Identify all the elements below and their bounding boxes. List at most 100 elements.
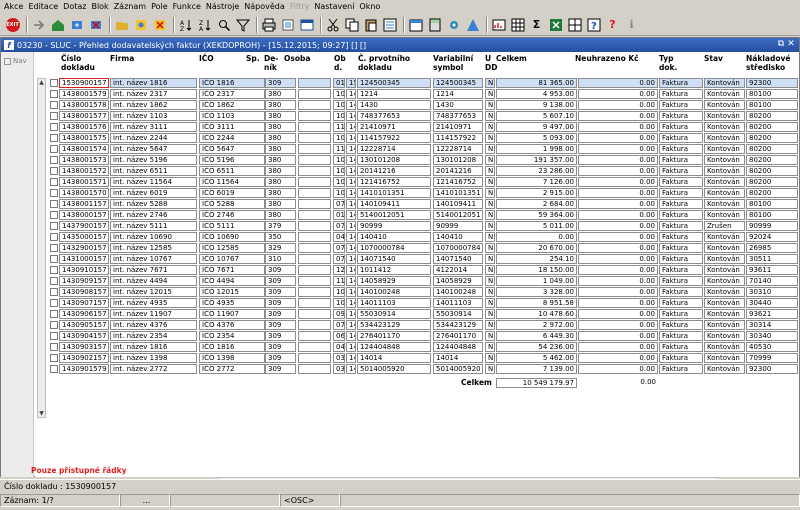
cell-doc-number[interactable]: 1430909157 [59, 276, 109, 286]
cell-primary-doc[interactable]: 90999 [357, 221, 431, 231]
cell-person[interactable] [298, 276, 331, 286]
cell-variable-symbol[interactable]: 748377653 [433, 111, 483, 121]
cell-unpaid[interactable]: 0.00 [578, 166, 658, 176]
cell-ico[interactable]: IČO 1816 [199, 342, 265, 352]
cell-udd[interactable]: N [485, 331, 495, 341]
table-row[interactable]: 1430902157int. název 1398IČO 13983090314… [35, 353, 799, 364]
cell-state[interactable]: Kontován [704, 287, 745, 297]
cell-firm[interactable]: int. název 11907 [110, 309, 197, 319]
cell-udd[interactable]: N [485, 364, 495, 374]
window-button[interactable] [298, 16, 315, 33]
cell-variable-symbol[interactable]: 90999 [433, 221, 483, 231]
cell-ico[interactable]: IČO 4935 [199, 298, 265, 308]
cell-firm[interactable]: int. název 1816 [110, 342, 197, 352]
cell-udd[interactable]: N [485, 210, 495, 220]
cell-journal[interactable]: 380 [265, 155, 296, 165]
cell-total[interactable]: 5 462.00 [496, 353, 577, 363]
cell-unpaid[interactable]: 0.00 [578, 309, 658, 319]
cell-udd[interactable]: N [485, 188, 495, 198]
cell-state[interactable]: Kontován [704, 243, 745, 253]
cell-total[interactable]: 10 478.60 [496, 309, 577, 319]
cell-unpaid[interactable]: 0.00 [578, 320, 658, 330]
menu-item-akce[interactable]: Akce [4, 0, 23, 14]
cell-primary-doc[interactable]: 14058929 [357, 276, 431, 286]
cell-udd[interactable]: N [485, 254, 495, 264]
col-header-ico[interactable]: IČO [199, 54, 214, 63]
cell-unpaid[interactable]: 0.00 [578, 276, 658, 286]
cell-ico[interactable]: IČO 6019 [199, 188, 265, 198]
cell-ico[interactable]: IČO 1103 [199, 111, 265, 121]
table-row[interactable]: 1438001573int. název 5196IČO 5196380 1014… [35, 155, 799, 166]
cell-udd[interactable]: N [485, 243, 495, 253]
cell-total[interactable]: 2 915.00 [496, 188, 577, 198]
close-button[interactable]: ✕ [786, 39, 796, 50]
cell-doc-type[interactable]: Faktura [659, 353, 703, 363]
cell-variable-symbol[interactable]: 124404848 [433, 342, 483, 352]
cell-period[interactable]: 10 [333, 100, 345, 110]
cell-year[interactable]: 14 [346, 199, 356, 209]
cell-cost-center[interactable]: 80100 [746, 100, 798, 110]
question-button[interactable]: ? [604, 16, 621, 33]
calculator-button[interactable] [426, 16, 443, 33]
cell-year[interactable]: 14 [346, 331, 356, 341]
cell-person[interactable] [298, 155, 331, 165]
cell-state[interactable]: Kontován [704, 100, 745, 110]
cell-cost-center[interactable]: 80200 [746, 188, 798, 198]
cell-period[interactable]: 07 [333, 254, 345, 264]
cell-doc-number[interactable]: 1438001571 [59, 177, 109, 187]
cell-primary-doc[interactable]: 1430 [357, 100, 431, 110]
cell-unpaid[interactable]: 0.00 [578, 287, 658, 297]
menu-item-editace[interactable]: Editace [28, 0, 58, 14]
cell-cost-center[interactable]: 80200 [746, 111, 798, 121]
col-header-denik[interactable]: De- ník [264, 54, 278, 72]
cell-period[interactable]: 09 [333, 309, 345, 319]
cell-variable-symbol[interactable]: 276401170 [433, 331, 483, 341]
cell-year[interactable]: 14 [346, 122, 356, 132]
cell-primary-doc[interactable]: 1410101351 [357, 188, 431, 198]
cell-variable-symbol[interactable]: 20141216 [433, 166, 483, 176]
cell-unpaid[interactable]: 0.00 [578, 144, 658, 154]
cell-year[interactable]: 14 [346, 342, 356, 352]
cell-variable-symbol[interactable]: 5014005920 [433, 364, 483, 374]
cell-unpaid[interactable]: 0.00 [578, 232, 658, 242]
cell-primary-doc[interactable]: 14011103 [357, 298, 431, 308]
cell-variable-symbol[interactable]: 1214 [433, 89, 483, 99]
table-button[interactable] [509, 16, 526, 33]
cell-doc-number[interactable]: 1430906157 [59, 309, 109, 319]
table-row[interactable]: 1437900157int. název 5111IČO 5111379 0714… [35, 221, 799, 232]
cell-primary-doc[interactable]: 1070000784 [357, 243, 431, 253]
table-row[interactable]: 1438001578int. název 1862IČO 18623801014… [35, 100, 799, 111]
col-header-vs[interactable]: Variabilní symbol [433, 54, 473, 72]
cell-person[interactable] [298, 298, 331, 308]
table-row[interactable]: 1432900157 int. název 12585 IČO 12585 329 07… [35, 243, 799, 254]
cell-journal[interactable]: 380 [265, 210, 296, 220]
cell-cost-center[interactable]: 70140 [746, 276, 798, 286]
cell-doc-number[interactable]: 1430910157 [59, 265, 109, 275]
cell-firm[interactable]: int. název 4376 [110, 320, 197, 330]
menu-item-filtry[interactable]: Filtry [290, 0, 310, 14]
cell-ico[interactable]: IČO 10767 [199, 254, 265, 264]
col-header-sp[interactable]: Sp. [246, 54, 260, 63]
cell-person[interactable] [298, 188, 331, 198]
cell-primary-doc[interactable]: 114157922 [357, 133, 431, 143]
cell-doc-type[interactable]: Faktura [659, 298, 703, 308]
alert-button[interactable] [464, 16, 481, 33]
grid-button[interactable] [566, 16, 583, 33]
info-button[interactable]: ℹ [623, 16, 640, 33]
cell-state[interactable]: Kontován [704, 166, 745, 176]
cell-doc-type[interactable]: Faktura [659, 144, 703, 154]
cell-total[interactable]: 0.00 [496, 232, 577, 242]
report-button[interactable] [490, 16, 507, 33]
enter-query-button[interactable] [30, 16, 47, 33]
table-row[interactable]: 1430910157int. název 7671IČO 7671309 1214… [35, 265, 799, 276]
cell-udd[interactable]: N [485, 177, 495, 187]
cell-cost-center[interactable]: 80200 [746, 144, 798, 154]
cell-ico[interactable]: IČO 4376 [199, 320, 265, 330]
cell-period[interactable]: 11 [333, 144, 345, 154]
cell-state[interactable]: Kontován [704, 188, 745, 198]
cell-firm[interactable]: int. název 6511 [110, 166, 197, 176]
cell-unpaid[interactable]: 0.00 [578, 265, 658, 275]
cell-doc-type[interactable]: Faktura [659, 188, 703, 198]
cell-person[interactable] [298, 166, 331, 176]
cell-total[interactable]: 9 497.00 [496, 122, 577, 132]
